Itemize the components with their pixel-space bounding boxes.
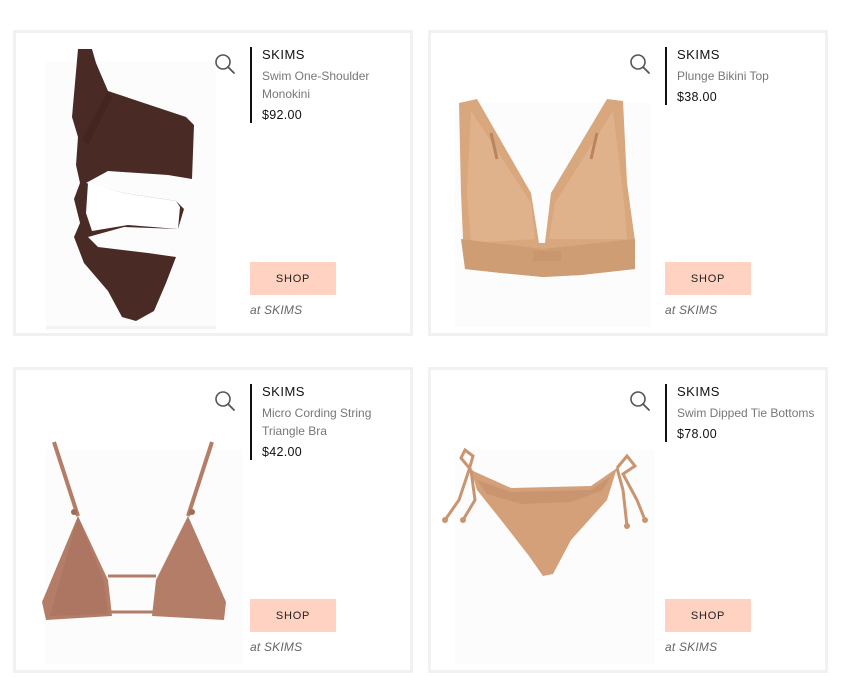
product-name[interactable]: Swim One-Shoulder Monokini (262, 67, 410, 103)
search-icon[interactable] (214, 53, 236, 75)
search-icon[interactable] (629, 390, 651, 412)
product-name[interactable]: Plunge Bikini Top (677, 67, 825, 85)
store-label: at SKIMS (665, 640, 717, 654)
store-label: at SKIMS (250, 640, 302, 654)
store-prefix: at (665, 640, 676, 654)
store-name[interactable]: SKIMS (264, 640, 302, 654)
product-name[interactable]: Micro Cording String Triangle Bra (262, 404, 410, 440)
product-grid: SKIMS Swim One-Shoulder Monokini $92.00 … (0, 0, 849, 677)
product-card: SKIMS Swim One-Shoulder Monokini $92.00 … (13, 30, 413, 336)
tie-bottoms-image (442, 447, 655, 664)
product-brand: SKIMS (262, 384, 305, 399)
triangle-bra-image (42, 441, 242, 664)
shop-button[interactable]: SHOP (250, 599, 336, 632)
product-info: SKIMS Swim Dipped Tie Bottoms $78.00 (665, 384, 825, 442)
product-price: $92.00 (262, 108, 303, 122)
search-icon[interactable] (629, 53, 651, 75)
shop-button[interactable]: SHOP (665, 262, 751, 295)
product-info: SKIMS Plunge Bikini Top $38.00 (665, 47, 825, 105)
store-label: at SKIMS (665, 303, 717, 317)
product-name[interactable]: Swim Dipped Tie Bottoms (677, 404, 825, 422)
product-card: SKIMS Micro Cording String Triangle Bra … (13, 367, 413, 673)
product-brand: SKIMS (677, 384, 720, 399)
product-image[interactable] (16, 33, 246, 333)
store-name[interactable]: SKIMS (679, 303, 717, 317)
product-brand: SKIMS (262, 47, 305, 62)
bikini-top-image (455, 99, 651, 327)
product-card: SKIMS Plunge Bikini Top $38.00 SHOP at S… (428, 30, 828, 336)
shop-button[interactable]: SHOP (665, 599, 751, 632)
store-prefix: at (250, 303, 261, 317)
store-name[interactable]: SKIMS (679, 640, 717, 654)
product-card: SKIMS Swim Dipped Tie Bottoms $78.00 SHO… (428, 367, 828, 673)
product-brand: SKIMS (677, 47, 720, 62)
product-info: SKIMS Swim One-Shoulder Monokini $92.00 (250, 47, 410, 123)
shop-button[interactable]: SHOP (250, 262, 336, 295)
store-prefix: at (250, 640, 261, 654)
search-icon[interactable] (214, 390, 236, 412)
product-price: $42.00 (262, 445, 303, 459)
product-image[interactable] (431, 33, 661, 333)
monokini-image (46, 49, 216, 331)
product-price: $78.00 (677, 427, 718, 441)
product-price: $38.00 (677, 90, 718, 104)
product-image[interactable] (431, 370, 661, 670)
store-prefix: at (665, 303, 676, 317)
store-label: at SKIMS (250, 303, 302, 317)
store-name[interactable]: SKIMS (264, 303, 302, 317)
product-image[interactable] (16, 370, 246, 670)
product-info: SKIMS Micro Cording String Triangle Bra … (250, 384, 410, 460)
